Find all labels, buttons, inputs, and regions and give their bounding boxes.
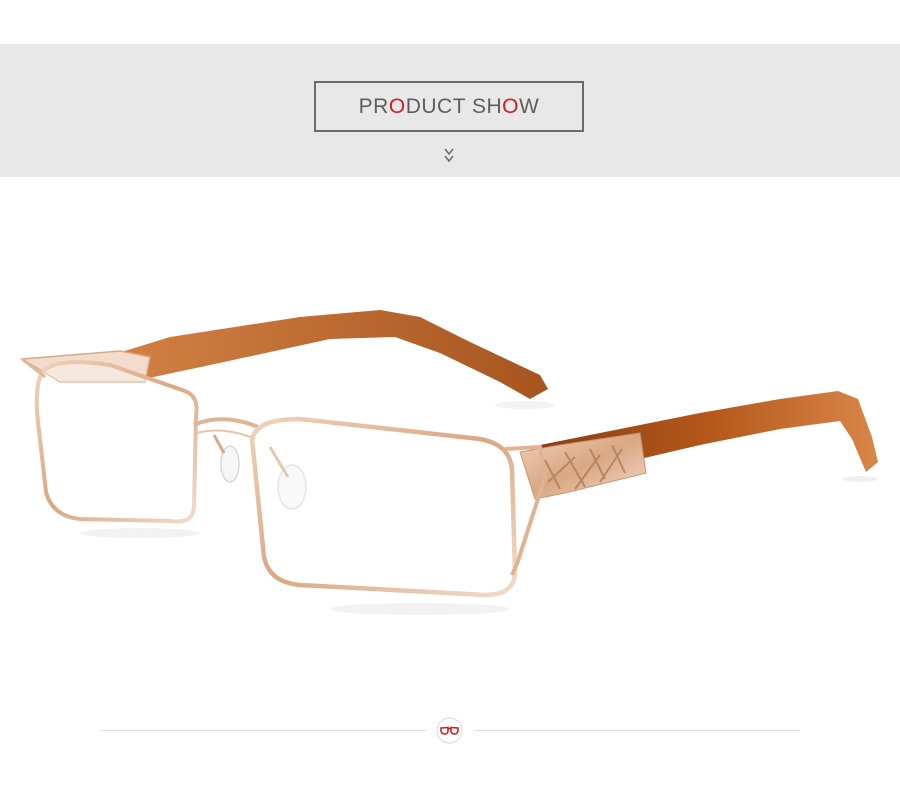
product-show-header: PR O DUCT SH O W	[0, 44, 900, 177]
eyeglasses-product-image	[19, 310, 878, 615]
title-accent-letter: O	[502, 94, 519, 118]
title-part: W	[519, 94, 540, 118]
glasses-logo-icon	[436, 717, 463, 744]
title-part: DUCT SH	[405, 94, 503, 118]
title-part: PR	[358, 94, 389, 118]
footer-divider-right	[474, 730, 800, 731]
section-title: PR O DUCT SH O W	[314, 81, 584, 132]
double-chevron-down-icon	[444, 148, 454, 163]
title-accent-letter: O	[388, 94, 406, 118]
footer-divider-left	[100, 730, 426, 731]
